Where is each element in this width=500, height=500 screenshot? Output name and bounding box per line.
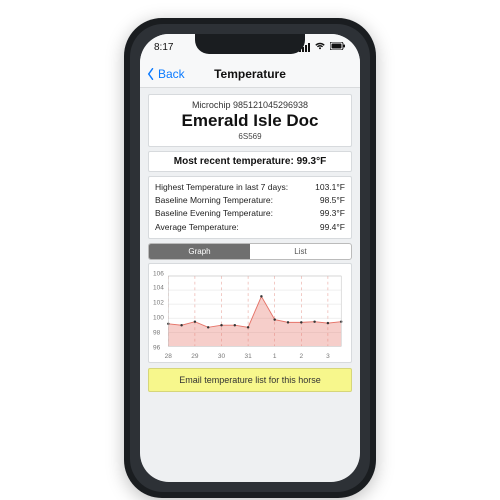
back-button[interactable]: Back [146, 67, 185, 81]
stat-row: Baseline Evening Temperature:99.3°F [155, 207, 345, 220]
stat-row: Highest Temperature in last 7 days:103.1… [155, 181, 345, 194]
microchip-line: Microchip 985121045296938 [157, 100, 343, 110]
battery-icon [330, 42, 346, 53]
page-title: Temperature [214, 67, 286, 81]
back-label: Back [158, 67, 185, 81]
stat-row: Average Temperature:99.4°F [155, 221, 345, 234]
phone-frame: 8:17 [124, 18, 376, 498]
tab-graph[interactable]: Graph [149, 244, 250, 259]
chart-card: 969810010210410628293031123 [148, 263, 352, 363]
tab-list[interactable]: List [250, 244, 351, 259]
stat-row: Baseline Morning Temperature:98.5°F [155, 194, 345, 207]
stats-card: Highest Temperature in last 7 days:103.1… [148, 176, 352, 239]
horse-header-card: Microchip 985121045296938 Emerald Isle D… [148, 94, 352, 147]
chevron-left-icon [146, 68, 156, 80]
status-time: 8:17 [154, 42, 173, 53]
temperature-chart[interactable]: 969810010210410628293031123 [155, 270, 345, 358]
screen: 8:17 [140, 34, 360, 482]
email-temperature-button[interactable]: Email temperature list for this horse [148, 368, 352, 392]
segmented-control[interactable]: Graph List [148, 243, 352, 260]
nav-bar: Back Temperature [140, 60, 360, 88]
horse-name: Emerald Isle Doc [157, 111, 343, 131]
wifi-icon [314, 41, 326, 53]
notch [195, 34, 305, 54]
horse-id: 6S569 [157, 132, 343, 141]
recent-temp-card: Most recent temperature: 99.3°F [148, 151, 352, 172]
